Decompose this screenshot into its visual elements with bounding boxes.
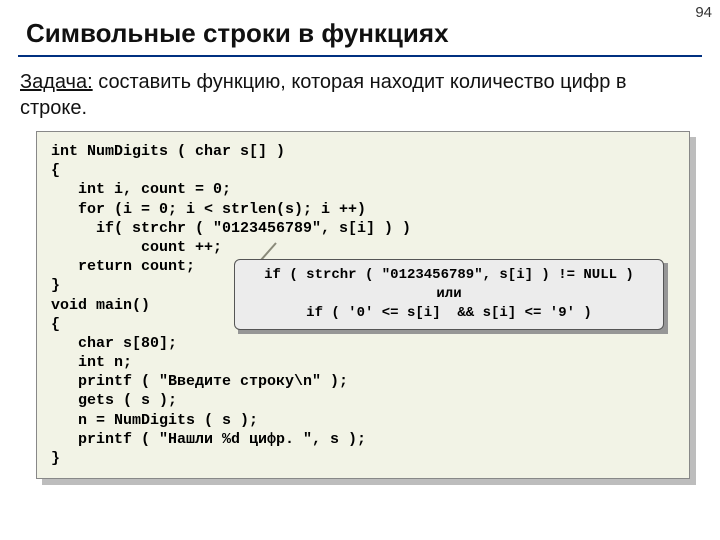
task-label: Задача: [20, 71, 93, 93]
callout-line-1: if ( strchr ( "0123456789", s[i] ) != NU… [264, 267, 634, 283]
task-description: Задача: составить функцию, которая наход… [0, 69, 720, 131]
page-title: Символьные строки в функциях [0, 0, 720, 55]
title-underline [18, 55, 702, 57]
code-block-container: int NumDigits ( char s[] ) { int i, coun… [36, 131, 690, 479]
callout-box: if ( strchr ( "0123456789", s[i] ) != NU… [234, 259, 664, 330]
page-number: 94 [695, 4, 712, 21]
callout-line-2: или [436, 286, 461, 302]
callout-line-3: if ( '0' <= s[i] && s[i] <= '9' ) [306, 305, 592, 321]
task-text: составить функцию, которая находит колич… [20, 71, 627, 119]
callout-box-container: if ( strchr ( "0123456789", s[i] ) != NU… [234, 259, 664, 330]
